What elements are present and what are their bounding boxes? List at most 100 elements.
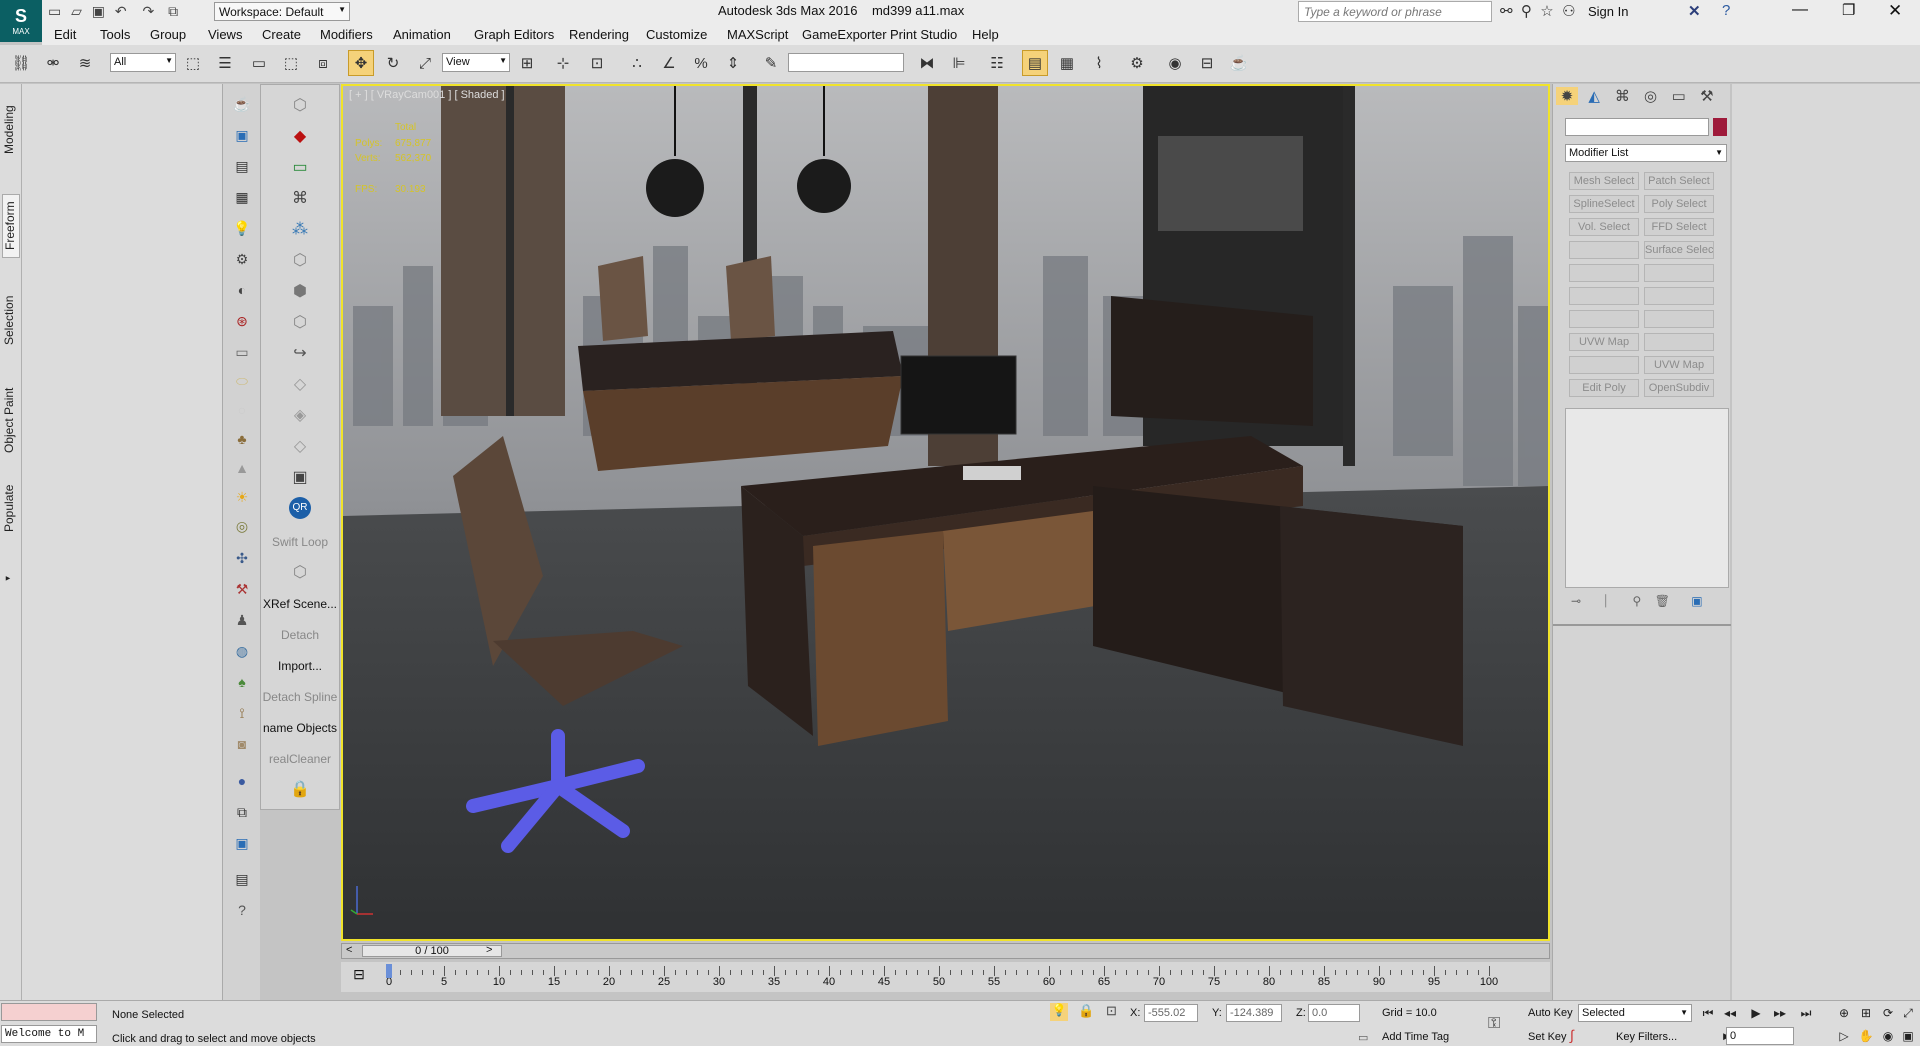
shape-icon[interactable]: ◇ [261,374,339,394]
globe-icon[interactable]: ◍ [230,639,254,663]
menu-edit[interactable]: Edit [54,27,76,42]
modifier-button[interactable] [1569,310,1639,328]
time-slider-thumb[interactable]: 0 / 100 [362,945,502,957]
field-of-view-icon[interactable]: ▷ [1834,1027,1854,1045]
curve-editor-icon[interactable]: ⌇ [1086,50,1112,76]
menu-help[interactable]: Help [972,27,999,42]
percent-snap-icon[interactable]: % [688,50,714,76]
real-cleaner-button[interactable]: realCleaner [261,752,339,766]
next-frame-icon[interactable]: ▸▸ [1770,1004,1790,1022]
cone-icon[interactable]: ▲ [230,456,254,480]
modifier-button[interactable] [1569,241,1639,259]
sun-icon[interactable]: ☀ [230,485,254,509]
current-frame-field[interactable]: 0 [1726,1027,1794,1045]
modifier-button[interactable]: Poly Select [1644,195,1714,213]
menu-animation[interactable]: Animation [393,27,451,42]
selection-filter-dropdown[interactable]: All ▼ [110,53,176,72]
select-and-rotate-icon[interactable]: ↻ [380,50,406,76]
motion-tab-icon[interactable]: ◎ [1639,87,1663,105]
modifier-button[interactable]: Edit Poly [1569,379,1639,397]
zoom-all-icon[interactable]: ⊞ [1856,1004,1876,1022]
absolute-mode-icon[interactable]: ⊡ [1106,1003,1117,1019]
import-button[interactable]: Import... [261,659,339,673]
viewport-label-menu[interactable]: [ + ] [ VRayCam001 ] [ Shaded ] [349,89,505,101]
hierarchy-icon[interactable]: ⌘ [261,188,339,208]
z-coord-field[interactable]: 0.0 [1308,1004,1360,1022]
edit-named-selection-icon[interactable]: ✎ [758,50,784,76]
dna-icon[interactable]: ✣ [230,546,254,570]
menu-graph-editors[interactable]: Graph Editors [474,27,554,42]
play-icon[interactable]: ▶ [1746,1004,1766,1022]
render-setup-icon[interactable]: ⊟ [1194,50,1220,76]
menu-modifiers[interactable]: Modifiers [320,27,373,42]
tab-modeling[interactable]: Modeling [2,100,20,160]
key-icon[interactable]: ⚿ [1488,1015,1500,1033]
search-input[interactable]: Type a keyword or phrase [1298,1,1492,22]
y-coord-field[interactable]: -124.389 [1226,1004,1282,1022]
app-logo[interactable]: S MAX [0,0,42,42]
render-preview-icon[interactable]: ▣ [261,467,339,487]
time-slider-next-icon[interactable]: > [486,944,492,956]
select-by-name-icon[interactable]: ☰ [212,50,238,76]
cube-icon[interactable]: ⬡ [261,562,339,582]
link-icon[interactable]: ⛓ [8,50,34,76]
remove-modifier-icon[interactable]: 🗑 [1655,594,1670,608]
snaps-toggle-icon[interactable]: ∴ [624,50,650,76]
render-window-icon[interactable]: ▣ [230,831,254,855]
add-time-tag-button[interactable]: Add Time Tag [1382,1031,1449,1043]
table-icon[interactable]: ▦ [230,185,254,209]
workspace-dropdown[interactable]: Workspace: Default ▼ [214,2,350,21]
angle-snap-icon[interactable]: ∠ [656,50,682,76]
grass-icon[interactable]: ♠ [230,670,254,694]
script-editor-icon[interactable]: ▤ [230,154,254,178]
utilities-tab-icon[interactable]: ⚒ [1695,87,1719,105]
tab-selection[interactable]: Selection [2,290,20,350]
reference-coordinate-dropdown[interactable]: View ▼ [442,53,510,72]
select-object-icon[interactable]: ⬚ [180,50,206,76]
redirect-icon[interactable]: ↪ [261,343,339,363]
isolate-selection-icon[interactable]: 💡 [1050,1003,1068,1021]
minimize-button[interactable]: — [1792,1,1808,19]
show-end-result-icon[interactable]: ⏐ [1602,594,1609,608]
render-icon[interactable]: ⊛ [230,309,254,333]
modifier-button[interactable] [1644,310,1714,328]
modifier-button[interactable] [1644,333,1714,351]
shield-icon[interactable]: ⬢ [261,281,339,301]
modifier-button[interactable]: Vol. Select [1569,218,1639,236]
new-file-icon[interactable]: ▭ [48,3,61,19]
modifier-stack-list[interactable] [1565,408,1729,588]
set-key-button[interactable]: Set Key [1528,1031,1567,1043]
modifier-button[interactable]: UVW Map [1644,356,1714,374]
configure-modifier-sets-icon[interactable]: ▣ [1691,594,1702,608]
modifier-button[interactable] [1569,356,1639,374]
dolly-icon[interactable]: ◉ [1878,1027,1898,1045]
key-filters-button[interactable]: Key Filters... [1616,1031,1677,1043]
camera-tool-icon[interactable]: ⚙ [230,247,254,271]
crossing-icon[interactable]: ⧈ [310,50,336,76]
x-coord-field[interactable]: -555.02 [1144,1004,1198,1022]
auto-key-button[interactable]: Auto Key [1528,1007,1573,1019]
person-icon[interactable]: ♟ [230,608,254,632]
material-editor-icon[interactable]: ◉ [1162,50,1188,76]
pin-stack-icon[interactable]: ⊸ [1571,594,1581,608]
select-and-move-icon[interactable]: ✥ [348,50,374,76]
window-crossing-icon[interactable]: ⬚ [278,50,304,76]
rename-objects-button[interactable]: name Objects [261,721,339,735]
open-file-icon[interactable]: ▱ [71,3,82,19]
align-icon[interactable]: ⊫ [946,50,972,76]
select-and-scale-icon[interactable]: ⤢ [412,50,438,76]
set-key-curve-icon[interactable]: ∫ [1570,1027,1574,1043]
project-folder-icon[interactable]: ⧉ [168,3,178,19]
go-to-end-icon[interactable]: ⏭ [1796,1004,1816,1022]
camera-viewport[interactable]: [ + ] [ VRayCam001 ] [ Shaded ] Total Po… [341,84,1550,941]
modifier-button[interactable] [1644,264,1714,282]
curve-editor-mini-icon[interactable]: ⊟ [341,966,377,988]
binoculars-icon[interactable]: ⚯ [1500,3,1513,20]
menu-rendering[interactable]: Rendering [569,27,629,42]
make-unique-icon[interactable]: ⚲ [1633,594,1642,608]
zoom-icon[interactable]: ⊕ [1834,1004,1854,1022]
sphere-icon[interactable]: ◐ [230,278,254,302]
maxscript-listener-mini[interactable] [1,1003,97,1021]
menu-views[interactable]: Views [208,27,242,42]
shape-edit-icon[interactable]: ◇ [261,436,339,456]
